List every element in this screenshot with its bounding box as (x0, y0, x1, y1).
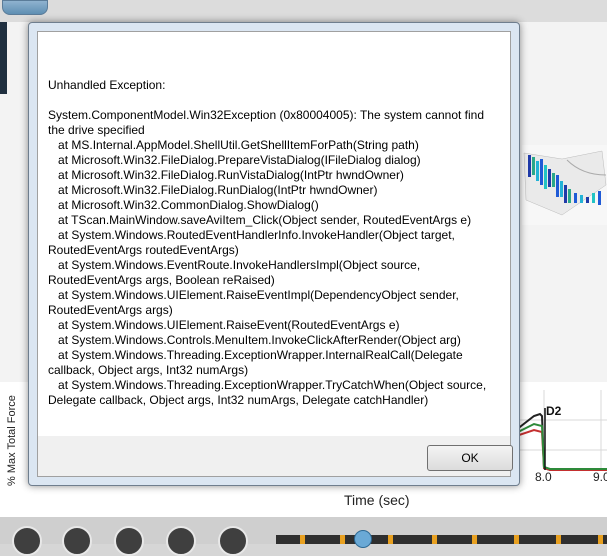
rewind-button[interactable] (62, 526, 92, 556)
x-tick-9: 9.0 (593, 470, 607, 484)
timeline-marker (300, 535, 305, 544)
fast-forward-button[interactable] (166, 526, 196, 556)
left-panel-strip (0, 22, 7, 94)
timeline-marker (472, 535, 477, 544)
timeline-marker (432, 535, 437, 544)
timeline-marker (598, 535, 603, 544)
timeline-marker (514, 535, 519, 544)
x-axis-label: Time (sec) (344, 492, 410, 508)
exception-dialog: Unhandled Exception: System.ComponentMod… (28, 22, 520, 486)
dialog-body: Unhandled Exception: System.ComponentMod… (37, 31, 513, 477)
ok-button[interactable]: OK (427, 445, 513, 471)
app-logo[interactable] (2, 0, 48, 15)
message-area: Unhandled Exception: System.ComponentMod… (38, 32, 510, 436)
timeline-marker (340, 535, 345, 544)
timeline-marker (556, 535, 561, 544)
exception-heading: Unhandled Exception: (48, 78, 166, 92)
marker-label: D2 (546, 404, 562, 418)
skip-to-end-button[interactable] (218, 526, 248, 556)
y-axis-label: % Max Total Force (6, 395, 18, 486)
timeline-scrubber[interactable] (354, 530, 372, 548)
skip-to-start-button[interactable] (12, 526, 42, 556)
app-top-bar (0, 0, 607, 22)
play-button[interactable] (114, 526, 144, 556)
force-time-plot (516, 390, 607, 472)
timeline-marker (388, 535, 393, 544)
exception-stack-trace: System.ComponentModel.Win32Exception (0x… (48, 108, 487, 407)
3d-force-map (522, 145, 607, 225)
x-tick-8: 8.0 (535, 470, 552, 484)
